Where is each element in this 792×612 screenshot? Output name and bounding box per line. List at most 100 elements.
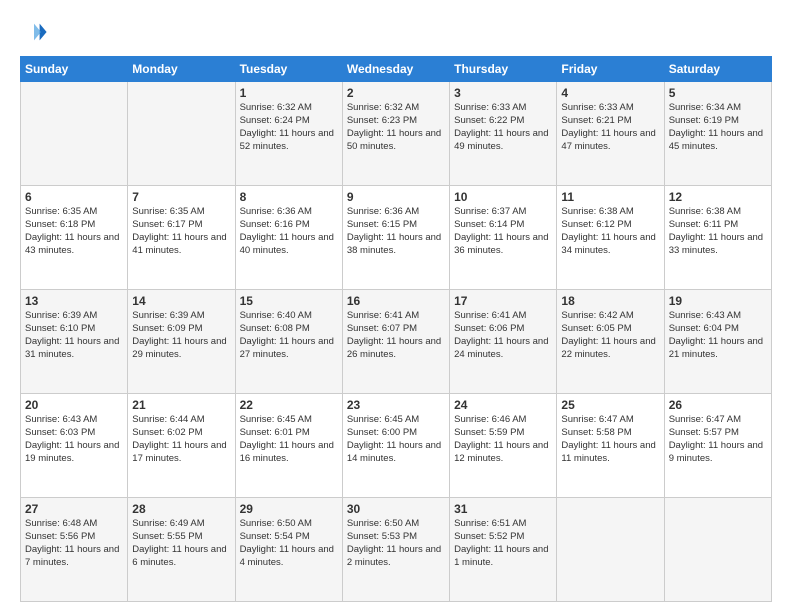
calendar-cell: 31Sunrise: 6:51 AMSunset: 5:52 PMDayligh…	[450, 498, 557, 602]
day-info: Sunset: 6:24 PM	[240, 115, 338, 128]
day-info: Daylight: 11 hours and 19 minutes.	[25, 440, 123, 466]
calendar-cell: 3Sunrise: 6:33 AMSunset: 6:22 PMDaylight…	[450, 82, 557, 186]
day-info: Sunrise: 6:48 AM	[25, 518, 123, 531]
calendar-cell: 4Sunrise: 6:33 AMSunset: 6:21 PMDaylight…	[557, 82, 664, 186]
day-info: Sunrise: 6:36 AM	[347, 206, 445, 219]
day-info: Sunset: 6:05 PM	[561, 323, 659, 336]
calendar-cell: 27Sunrise: 6:48 AMSunset: 5:56 PMDayligh…	[21, 498, 128, 602]
day-info: Sunset: 5:55 PM	[132, 531, 230, 544]
calendar-cell: 19Sunrise: 6:43 AMSunset: 6:04 PMDayligh…	[664, 290, 771, 394]
day-info: Daylight: 11 hours and 29 minutes.	[132, 336, 230, 362]
day-info: Daylight: 11 hours and 49 minutes.	[454, 128, 552, 154]
day-info: Daylight: 11 hours and 4 minutes.	[240, 544, 338, 570]
day-number: 6	[25, 189, 123, 205]
calendar-cell: 24Sunrise: 6:46 AMSunset: 5:59 PMDayligh…	[450, 394, 557, 498]
day-number: 10	[454, 189, 552, 205]
calendar-cell: 15Sunrise: 6:40 AMSunset: 6:08 PMDayligh…	[235, 290, 342, 394]
week-row-2: 13Sunrise: 6:39 AMSunset: 6:10 PMDayligh…	[21, 290, 772, 394]
calendar-cell: 16Sunrise: 6:41 AMSunset: 6:07 PMDayligh…	[342, 290, 449, 394]
day-number: 22	[240, 397, 338, 413]
calendar-cell: 10Sunrise: 6:37 AMSunset: 6:14 PMDayligh…	[450, 186, 557, 290]
day-info: Sunset: 6:21 PM	[561, 115, 659, 128]
weekday-header-sunday: Sunday	[21, 57, 128, 82]
calendar-cell: 5Sunrise: 6:34 AMSunset: 6:19 PMDaylight…	[664, 82, 771, 186]
day-number: 29	[240, 501, 338, 517]
day-info: Sunset: 6:16 PM	[240, 219, 338, 232]
calendar-cell: 17Sunrise: 6:41 AMSunset: 6:06 PMDayligh…	[450, 290, 557, 394]
day-info: Daylight: 11 hours and 31 minutes.	[25, 336, 123, 362]
day-info: Daylight: 11 hours and 9 minutes.	[669, 440, 767, 466]
day-info: Sunrise: 6:33 AM	[561, 102, 659, 115]
day-info: Daylight: 11 hours and 26 minutes.	[347, 336, 445, 362]
day-info: Sunset: 6:04 PM	[669, 323, 767, 336]
day-number: 5	[669, 85, 767, 101]
day-number: 8	[240, 189, 338, 205]
day-info: Daylight: 11 hours and 38 minutes.	[347, 232, 445, 258]
day-info: Sunrise: 6:50 AM	[347, 518, 445, 531]
day-info: Sunrise: 6:45 AM	[347, 414, 445, 427]
day-number: 2	[347, 85, 445, 101]
day-number: 9	[347, 189, 445, 205]
day-info: Sunset: 6:10 PM	[25, 323, 123, 336]
day-number: 21	[132, 397, 230, 413]
day-number: 27	[25, 501, 123, 517]
day-info: Daylight: 11 hours and 41 minutes.	[132, 232, 230, 258]
day-info: Sunset: 6:12 PM	[561, 219, 659, 232]
day-info: Sunset: 6:03 PM	[25, 427, 123, 440]
day-info: Sunset: 6:22 PM	[454, 115, 552, 128]
day-info: Sunrise: 6:43 AM	[669, 310, 767, 323]
day-number: 13	[25, 293, 123, 309]
day-info: Sunset: 6:11 PM	[669, 219, 767, 232]
day-info: Daylight: 11 hours and 50 minutes.	[347, 128, 445, 154]
calendar-cell	[557, 498, 664, 602]
day-info: Sunrise: 6:38 AM	[669, 206, 767, 219]
day-info: Sunrise: 6:36 AM	[240, 206, 338, 219]
page: SundayMondayTuesdayWednesdayThursdayFrid…	[0, 0, 792, 612]
day-info: Daylight: 11 hours and 17 minutes.	[132, 440, 230, 466]
day-number: 11	[561, 189, 659, 205]
day-info: Sunset: 6:15 PM	[347, 219, 445, 232]
day-info: Sunrise: 6:32 AM	[240, 102, 338, 115]
calendar-cell: 18Sunrise: 6:42 AMSunset: 6:05 PMDayligh…	[557, 290, 664, 394]
day-info: Sunrise: 6:34 AM	[669, 102, 767, 115]
calendar-cell: 7Sunrise: 6:35 AMSunset: 6:17 PMDaylight…	[128, 186, 235, 290]
week-row-4: 27Sunrise: 6:48 AMSunset: 5:56 PMDayligh…	[21, 498, 772, 602]
day-info: Daylight: 11 hours and 52 minutes.	[240, 128, 338, 154]
calendar-cell	[21, 82, 128, 186]
calendar-cell: 11Sunrise: 6:38 AMSunset: 6:12 PMDayligh…	[557, 186, 664, 290]
day-info: Daylight: 11 hours and 12 minutes.	[454, 440, 552, 466]
day-info: Sunset: 6:09 PM	[132, 323, 230, 336]
week-row-3: 20Sunrise: 6:43 AMSunset: 6:03 PMDayligh…	[21, 394, 772, 498]
logo-icon	[20, 18, 48, 46]
day-number: 15	[240, 293, 338, 309]
weekday-header-row: SundayMondayTuesdayWednesdayThursdayFrid…	[21, 57, 772, 82]
calendar-cell: 6Sunrise: 6:35 AMSunset: 6:18 PMDaylight…	[21, 186, 128, 290]
day-info: Sunset: 6:18 PM	[25, 219, 123, 232]
day-info: Daylight: 11 hours and 33 minutes.	[669, 232, 767, 258]
day-info: Sunrise: 6:41 AM	[347, 310, 445, 323]
day-info: Daylight: 11 hours and 6 minutes.	[132, 544, 230, 570]
day-info: Sunset: 6:00 PM	[347, 427, 445, 440]
day-info: Daylight: 11 hours and 47 minutes.	[561, 128, 659, 154]
day-number: 12	[669, 189, 767, 205]
day-info: Sunrise: 6:40 AM	[240, 310, 338, 323]
day-info: Sunset: 6:06 PM	[454, 323, 552, 336]
day-info: Daylight: 11 hours and 27 minutes.	[240, 336, 338, 362]
day-info: Sunset: 5:53 PM	[347, 531, 445, 544]
calendar-cell: 9Sunrise: 6:36 AMSunset: 6:15 PMDaylight…	[342, 186, 449, 290]
day-number: 17	[454, 293, 552, 309]
day-number: 7	[132, 189, 230, 205]
day-info: Sunrise: 6:39 AM	[132, 310, 230, 323]
day-number: 28	[132, 501, 230, 517]
day-info: Sunrise: 6:35 AM	[132, 206, 230, 219]
calendar-cell: 8Sunrise: 6:36 AMSunset: 6:16 PMDaylight…	[235, 186, 342, 290]
calendar-cell: 1Sunrise: 6:32 AMSunset: 6:24 PMDaylight…	[235, 82, 342, 186]
day-info: Sunrise: 6:50 AM	[240, 518, 338, 531]
day-info: Sunrise: 6:33 AM	[454, 102, 552, 115]
calendar-cell: 25Sunrise: 6:47 AMSunset: 5:58 PMDayligh…	[557, 394, 664, 498]
calendar-cell	[128, 82, 235, 186]
day-number: 18	[561, 293, 659, 309]
day-info: Sunset: 6:08 PM	[240, 323, 338, 336]
calendar-cell: 13Sunrise: 6:39 AMSunset: 6:10 PMDayligh…	[21, 290, 128, 394]
logo	[20, 18, 52, 46]
